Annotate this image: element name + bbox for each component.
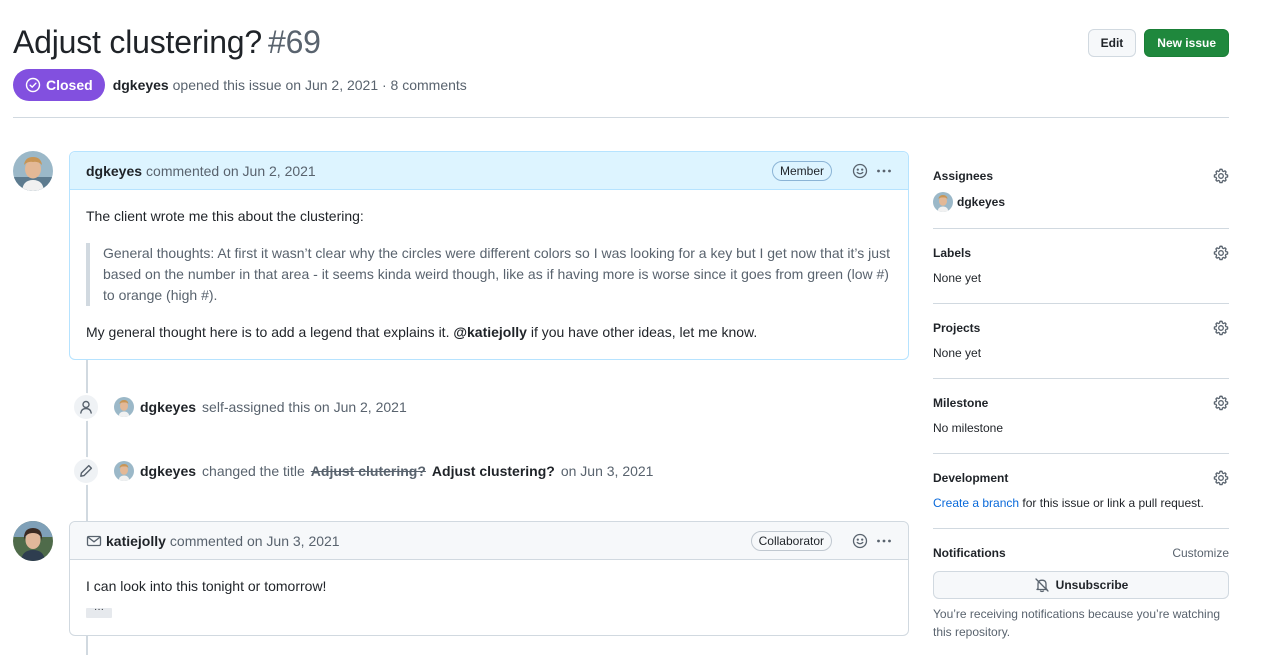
show-more-button[interactable]: ··· bbox=[86, 605, 112, 618]
page-title: Adjust clustering? #69 bbox=[13, 22, 1229, 62]
role-badge: Collaborator bbox=[750, 530, 832, 551]
avatar[interactable] bbox=[13, 521, 53, 561]
sidebar-value: None yet bbox=[933, 346, 982, 360]
gear-icon[interactable] bbox=[1213, 395, 1229, 411]
issue-number: #69 bbox=[267, 24, 321, 60]
smiley-icon[interactable] bbox=[852, 163, 868, 179]
comment-body: I can look into this tonight or tomorrow… bbox=[70, 560, 908, 634]
comment: dgkeyes commented on Jun 2, 2021 Member … bbox=[69, 151, 909, 360]
comment-timestamp[interactable]: commented on Jun 2, 2021 bbox=[146, 163, 316, 179]
comment-text-part: if you have other ideas, let me know. bbox=[530, 324, 758, 340]
new-issue-button[interactable]: New issue bbox=[1144, 29, 1229, 57]
status-badge: Closed bbox=[13, 69, 105, 101]
blockquote: General thoughts: At first it wasn’t cle… bbox=[86, 243, 892, 306]
pencil-icon bbox=[72, 457, 100, 485]
unsubscribe-button[interactable]: Unsubscribe bbox=[933, 571, 1229, 599]
issue-header: Adjust clustering? #69 Edit New issue bbox=[13, 22, 1229, 62]
sidebar-heading: Development bbox=[933, 471, 1009, 485]
timeline-line bbox=[86, 360, 88, 522]
edit-button[interactable]: Edit bbox=[1087, 29, 1137, 57]
gear-icon[interactable] bbox=[1213, 320, 1229, 336]
sidebar-value: for this issue or link a pull request. bbox=[1022, 496, 1204, 510]
bell-slash-icon bbox=[1035, 578, 1049, 593]
sidebar-labels: Labels None yet bbox=[933, 229, 1229, 304]
sidebar-development: Development Create a branch for this iss… bbox=[933, 454, 1229, 529]
assignee-link[interactable]: dgkeyes bbox=[957, 193, 1005, 211]
old-title: Adjust clutering? bbox=[310, 463, 426, 479]
avatar[interactable] bbox=[13, 151, 53, 191]
smiley-icon[interactable] bbox=[852, 533, 868, 549]
issue-sidebar: Assignees dgkeyes Labels None yet Projec… bbox=[933, 152, 1229, 655]
comment-text: I can look into this tonight or tomorrow… bbox=[86, 578, 327, 594]
notification-reason: You’re receiving notifications because y… bbox=[933, 607, 1221, 639]
sidebar-value: No milestone bbox=[933, 421, 1004, 435]
timeline-line bbox=[86, 636, 88, 655]
comment-text-part: My general thought here is to add a lege… bbox=[86, 324, 450, 340]
sidebar-heading: Labels bbox=[933, 246, 972, 260]
create-branch-link[interactable]: Create a branch bbox=[933, 496, 1019, 510]
event-actor-link[interactable]: dgkeyes bbox=[140, 463, 196, 479]
header-divider bbox=[13, 117, 1229, 118]
sidebar-heading: Projects bbox=[933, 321, 981, 335]
person-icon bbox=[72, 393, 100, 421]
mail-icon bbox=[86, 533, 102, 549]
sidebar-value: None yet bbox=[933, 271, 982, 285]
comment-header: dgkeyes commented on Jun 2, 2021 Member bbox=[70, 152, 908, 190]
sidebar-assignees: Assignees dgkeyes bbox=[933, 152, 1229, 229]
issue-meta: Closed dgkeyes opened this issue on Jun … bbox=[13, 69, 467, 101]
event-actor-link[interactable]: dgkeyes bbox=[140, 399, 196, 415]
role-badge: Member bbox=[771, 160, 832, 181]
issue-title: Adjust clustering? bbox=[13, 24, 262, 60]
issue-opened-text: opened this issue on Jun 2, 2021 · 8 com… bbox=[172, 77, 467, 93]
unsubscribe-label: Unsubscribe bbox=[1055, 578, 1129, 592]
comment-author-link[interactable]: dgkeyes bbox=[86, 163, 142, 179]
comment-author-link[interactable]: katiejolly bbox=[106, 533, 166, 549]
comment-body: The client wrote me this about the clust… bbox=[70, 190, 908, 359]
customize-link[interactable]: Customize bbox=[1172, 545, 1229, 561]
comment-text: My general thought here is to add a lege… bbox=[86, 322, 892, 343]
header-actions: Edit New issue bbox=[1087, 29, 1229, 57]
event-timestamp[interactable]: on Jun 3, 2021 bbox=[561, 463, 654, 479]
avatar[interactable] bbox=[933, 192, 953, 212]
event-text: changed the title bbox=[202, 463, 305, 479]
sidebar-notifications: Notifications Customize Unsubscribe You’… bbox=[933, 529, 1229, 655]
sidebar-heading: Milestone bbox=[933, 396, 989, 410]
avatar[interactable] bbox=[114, 397, 134, 417]
kebab-horizontal-icon[interactable] bbox=[876, 163, 892, 179]
timeline-event: dgkeyes changed the title Adjust cluteri… bbox=[72, 457, 653, 485]
sidebar-heading: Notifications bbox=[933, 546, 1006, 560]
check-circle-icon bbox=[25, 77, 41, 93]
status-label: Closed bbox=[46, 77, 93, 93]
kebab-horizontal-icon[interactable] bbox=[876, 533, 892, 549]
avatar[interactable] bbox=[114, 461, 134, 481]
sidebar-heading: Assignees bbox=[933, 169, 994, 183]
gear-icon[interactable] bbox=[1213, 245, 1229, 261]
user-mention[interactable]: @katiejolly bbox=[453, 324, 527, 340]
issue-author-link[interactable]: dgkeyes bbox=[113, 77, 169, 93]
new-title: Adjust clustering? bbox=[431, 463, 555, 479]
gear-icon[interactable] bbox=[1213, 168, 1229, 184]
gear-icon[interactable] bbox=[1213, 470, 1229, 486]
comment: katiejolly commented on Jun 3, 2021 Coll… bbox=[69, 521, 909, 636]
sidebar-milestone: Milestone No milestone bbox=[933, 379, 1229, 454]
timeline-event: dgkeyes self-assigned this on Jun 2, 202… bbox=[72, 393, 407, 421]
sidebar-projects: Projects None yet bbox=[933, 304, 1229, 379]
comment-timestamp[interactable]: commented on Jun 3, 2021 bbox=[170, 533, 340, 549]
comment-text: The client wrote me this about the clust… bbox=[86, 208, 364, 224]
comment-header: katiejolly commented on Jun 3, 2021 Coll… bbox=[70, 522, 908, 560]
event-text: self-assigned this on Jun 2, 2021 bbox=[202, 399, 407, 415]
